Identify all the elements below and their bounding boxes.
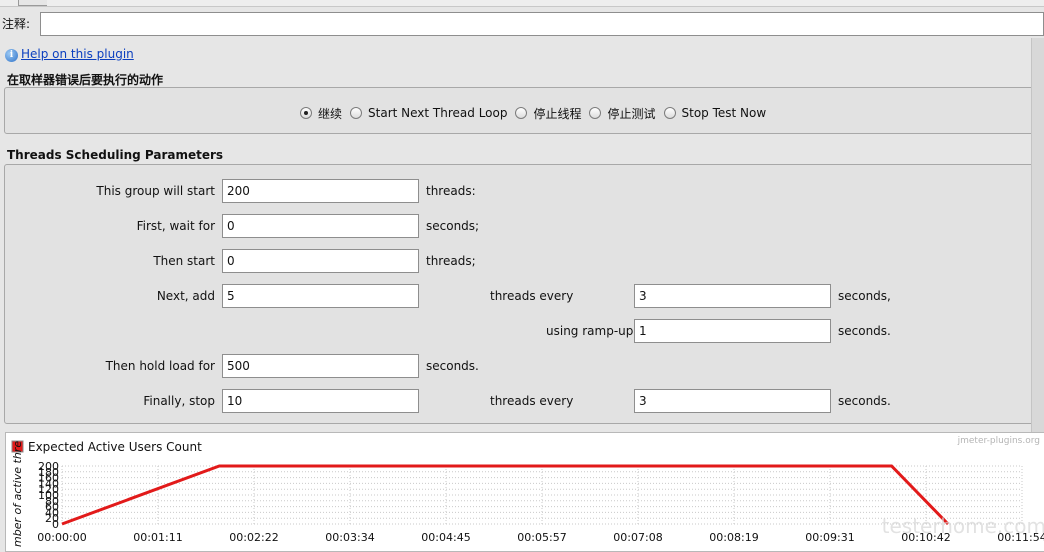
- then-start-label: Then start: [153, 254, 215, 268]
- radio-label: 停止测试: [607, 106, 656, 121]
- x-tick-label: 00:07:08: [613, 531, 662, 544]
- add-interval-unit: seconds,: [838, 289, 891, 303]
- chart-grid: [61, 465, 1023, 525]
- info-icon: i: [5, 49, 18, 62]
- radio-continue[interactable]: 继续: [300, 105, 342, 122]
- help-link[interactable]: Help on this plugin: [21, 47, 134, 61]
- scheduling-title: Threads Scheduling Parameters: [7, 148, 224, 162]
- stop-threads-input[interactable]: 10: [222, 389, 419, 413]
- top-border: [0, 0, 1044, 7]
- stop-label: Finally, stop: [143, 394, 215, 408]
- radio-button[interactable]: [515, 107, 528, 119]
- radio-start-next-thread-loop[interactable]: Start Next Thread Loop: [350, 106, 507, 120]
- y-tick-labels: 020406080100120140160180200: [38, 460, 59, 531]
- x-tick-label: 00:05:57: [517, 531, 566, 544]
- threads-every-label: threads every: [490, 289, 574, 303]
- next-add-input[interactable]: 5: [222, 284, 419, 308]
- comment-label: 注释:: [2, 17, 31, 31]
- radio-label: Start Next Thread Loop: [368, 106, 508, 120]
- chart-panel: 0 20 40 60 80 100 120 140 160 180 200 00:00:00 00:0…: [5, 432, 1044, 552]
- rampup-unit: seconds.: [838, 324, 891, 338]
- x-tick-label: 00:01:11: [133, 531, 182, 544]
- comment-input[interactable]: [40, 12, 1044, 36]
- stop-interval-input[interactable]: 3: [634, 389, 831, 413]
- y-tick-label: 200: [38, 460, 59, 473]
- radio-button-selected[interactable]: [300, 107, 312, 119]
- legend-label: Expected Active Users Count: [28, 440, 202, 454]
- radio-stop-test[interactable]: 停止测试: [589, 105, 656, 122]
- x-tick-label: 00:00:00: [37, 531, 86, 544]
- x-tick-label: 00:04:45: [421, 531, 470, 544]
- hold-unit: seconds.: [426, 359, 479, 373]
- error-action-radio-group: 继续 Start Next Thread Loop 停止线程 停止测试 Stop…: [300, 103, 774, 123]
- radio-label: 停止线程: [533, 106, 582, 121]
- radio-stop-thread[interactable]: 停止线程: [515, 105, 581, 122]
- stop-interval-unit: seconds.: [838, 394, 891, 408]
- vertical-scrollbar[interactable]: [1031, 38, 1044, 432]
- error-action-title: 在取样器错误后要执行的动作: [7, 73, 164, 87]
- hold-input[interactable]: 500: [222, 354, 419, 378]
- watermark-testerhome: testerhome.com: [882, 514, 1044, 538]
- then-start-unit: threads;: [426, 254, 476, 268]
- wait-label: First, wait for: [136, 219, 215, 233]
- x-tick-label: 00:02:22: [229, 531, 278, 544]
- radio-stop-test-now[interactable]: Stop Test Now: [663, 106, 767, 120]
- radio-label: 继续: [318, 106, 343, 121]
- radio-label: Stop Test Now: [681, 106, 767, 120]
- start-label: This group will start: [96, 184, 215, 198]
- wait-unit: seconds;: [426, 219, 480, 233]
- top-tab-stub: [18, 0, 47, 6]
- radio-button[interactable]: [663, 107, 676, 119]
- x-tick-label: 00:03:34: [325, 531, 374, 544]
- radio-button[interactable]: [589, 107, 602, 119]
- add-interval-input[interactable]: 3: [634, 284, 831, 308]
- watermark: jmeter-plugins.org: [957, 436, 1040, 446]
- x-tick-label: 00:09:31: [805, 531, 854, 544]
- start-unit: threads:: [426, 184, 476, 198]
- start-threads-input[interactable]: 200: [222, 179, 419, 203]
- radio-button[interactable]: [350, 107, 363, 119]
- stop-every-label: threads every: [490, 394, 574, 408]
- x-tick-label: 00:08:19: [709, 531, 758, 544]
- next-add-label: Next, add: [156, 289, 215, 303]
- initial-delay-input[interactable]: 0: [222, 214, 419, 238]
- then-start-input[interactable]: 0: [222, 249, 419, 273]
- expected-active-users-chart: 020406080100120140160180200 00:00:00 00:0…: [11, 436, 1044, 547]
- y-axis-label: mber of active thre: [11, 441, 24, 547]
- rampup-input[interactable]: 1: [634, 319, 831, 343]
- hold-label: Then hold load for: [105, 359, 215, 373]
- rampup-label: using ramp-up: [546, 324, 634, 338]
